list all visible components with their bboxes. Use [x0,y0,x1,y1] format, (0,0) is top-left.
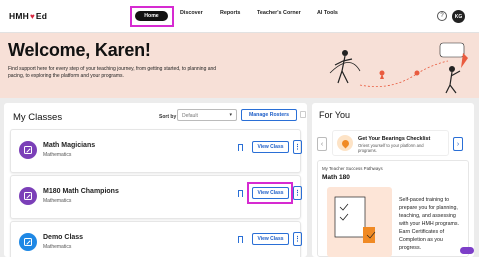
chevron-down-icon: ▾ [229,112,232,118]
hiking-illustration [329,42,468,94]
pathways-kicker: My Teacher Success Pathways [322,166,383,171]
class-subject: Mathematics [43,152,72,158]
my-classes-panel: My Classes Sort by Default ▾ Manage Rost… [4,103,307,257]
feedback-toggle-icon[interactable] [460,247,474,254]
panel-settings-icon[interactable] [300,111,306,118]
class-subject: Mathematics [43,244,72,250]
checklist-illustration [327,187,392,257]
logo-prefix: HMH [9,11,29,21]
view-class-button[interactable]: View Class [252,233,289,245]
nav-home-highlight: Home [130,6,174,27]
view-class-highlight [247,182,293,204]
class-subject: Mathematics [43,198,72,204]
sort-select-value: Default [182,113,198,119]
my-classes-heading: My Classes [13,112,63,123]
checklist-title: Get Your Bearings Checklist [358,136,431,142]
more-options-icon[interactable]: ⋮ [293,186,302,200]
hmh-ed-logo[interactable]: HMH ♥ Ed [9,11,47,21]
more-options-icon[interactable]: ⋮ [293,140,302,154]
carousel-next-button[interactable]: › [453,137,463,151]
heart-icon: ♥ [29,11,35,21]
nav-home[interactable]: Home [135,11,168,21]
class-name: Demo Class [43,234,84,241]
welcome-banner: Welcome, Karen! Find support here for ev… [0,33,479,98]
user-avatar[interactable]: KG [452,10,465,23]
more-options-icon[interactable]: ⋮ [293,232,302,246]
carousel-prev-button[interactable]: ‹ [317,137,327,151]
map-pin-icon [337,135,353,151]
view-class-button[interactable]: View Class [252,141,289,153]
welcome-title: Welcome, Karen! [8,40,151,60]
sort-select[interactable]: Default ▾ [177,109,237,121]
checklist-card[interactable]: Get Your Bearings Checklist Orient yours… [332,130,449,156]
class-card-m180-math-champions[interactable]: M180 Math Champions Mathematics View Cla… [10,175,302,219]
bookmark-icon[interactable] [238,190,243,197]
checklist-description: Orient yourself to your platform and pro… [358,143,424,153]
nav-reports[interactable]: Reports [220,10,240,16]
bookmark-icon[interactable] [238,236,243,243]
nav-ai-tools[interactable]: AI Tools [317,10,338,16]
class-icon [19,233,37,251]
welcome-subtitle: Find support here for every step of your… [8,66,217,79]
pathways-description: Self-paced training to prepare you for p… [399,197,460,251]
nav-discover[interactable]: Discover [180,10,203,16]
class-name: Math Magicians [43,142,96,149]
for-you-heading: For You [319,110,351,120]
class-icon [19,187,37,205]
class-card-demo-class[interactable]: Demo Class Mathematics View Class ⋮ [10,221,302,257]
logo-suffix: Ed [35,11,48,21]
help-icon[interactable]: ? [437,11,447,21]
nav-teachers-corner[interactable]: Teacher's Corner [257,10,301,16]
for-you-panel: For You ‹ Get Your Bearings Checklist Or… [312,103,474,257]
pathways-title: Math 180 [322,174,350,181]
teacher-pathways-card[interactable]: My Teacher Success Pathways Math 180 Sel… [317,160,469,257]
class-name: M180 Math Champions [43,188,119,195]
sort-label: Sort by [159,114,177,120]
class-card-math-magicians[interactable]: Math Magicians Mathematics View Class ⋮ [10,129,302,173]
manage-rosters-button[interactable]: Manage Rosters [241,109,297,121]
top-navigation-bar: HMH ♥ Ed Home Discover Reports Teacher's… [0,0,479,33]
class-icon [19,141,37,159]
bookmark-icon[interactable] [238,144,243,151]
